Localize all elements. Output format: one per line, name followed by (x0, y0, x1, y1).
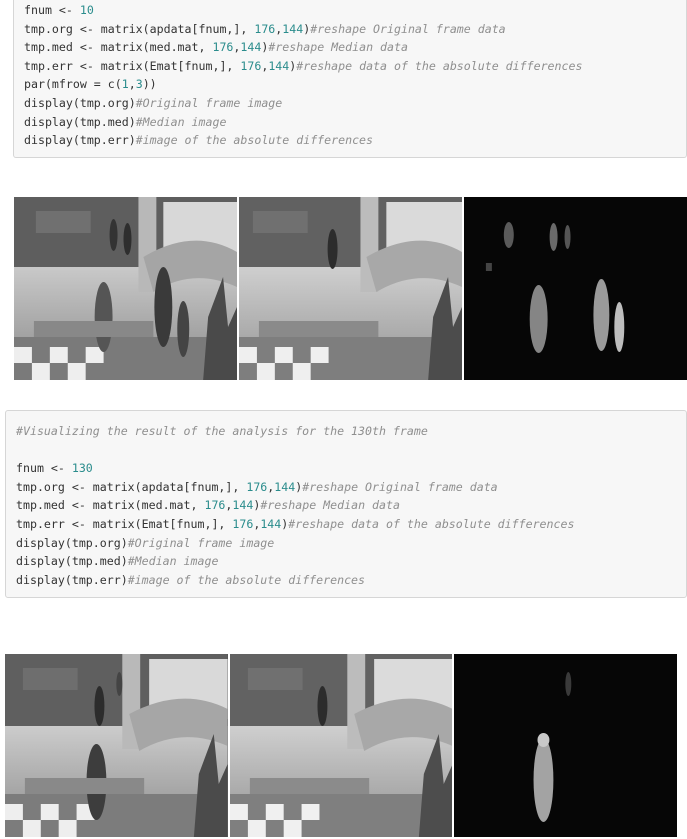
code-line: tmp.org <- matrix(apdata[fnum,], 176,144… (24, 21, 506, 36)
code-line: par(mfrow = c(1,3)) (24, 77, 157, 92)
code-block-frame-10: fnum <- 10 tmp.org <- matrix(apdata[fnum… (13, 0, 687, 158)
code-line: display(tmp.org)#Original frame image (24, 95, 283, 110)
original-frame-image (14, 197, 237, 380)
code-line: tmp.err <- matrix(Emat[fnum,], 176,144)#… (24, 58, 583, 73)
code-line: fnum <- 10 (24, 3, 94, 17)
code-line: tmp.err <- matrix(Emat[fnum,], 176,144)#… (16, 516, 575, 531)
frame-130-image-row (5, 654, 678, 837)
absolute-differences-image (454, 654, 678, 837)
code-line: tmp.med <- matrix(med.mat, 176,144)#resh… (16, 498, 400, 513)
code-block-frame-130: #Visualizing the result of the analysis … (5, 410, 687, 598)
absolute-differences-image (464, 197, 687, 380)
median-image (229, 654, 453, 837)
code-line: display(tmp.org)#Original frame image (16, 535, 275, 550)
code-line: tmp.org <- matrix(apdata[fnum,], 176,144… (16, 479, 498, 494)
original-frame-image (5, 654, 228, 837)
code-comment-line: #Visualizing the result of the analysis … (16, 424, 428, 438)
median-image (239, 197, 462, 380)
frame-10-image-row (14, 197, 687, 380)
code-line: display(tmp.med)#Median image (16, 554, 219, 569)
code-line: display(tmp.err)#image of the absolute d… (24, 133, 374, 148)
code-line: fnum <- 130 (16, 461, 93, 476)
code-line: tmp.med <- matrix(med.mat, 176,144)#resh… (24, 40, 408, 55)
code-line: display(tmp.med)#Median image (24, 114, 227, 129)
code-line: display(tmp.err)#image of the absolute d… (16, 572, 366, 587)
